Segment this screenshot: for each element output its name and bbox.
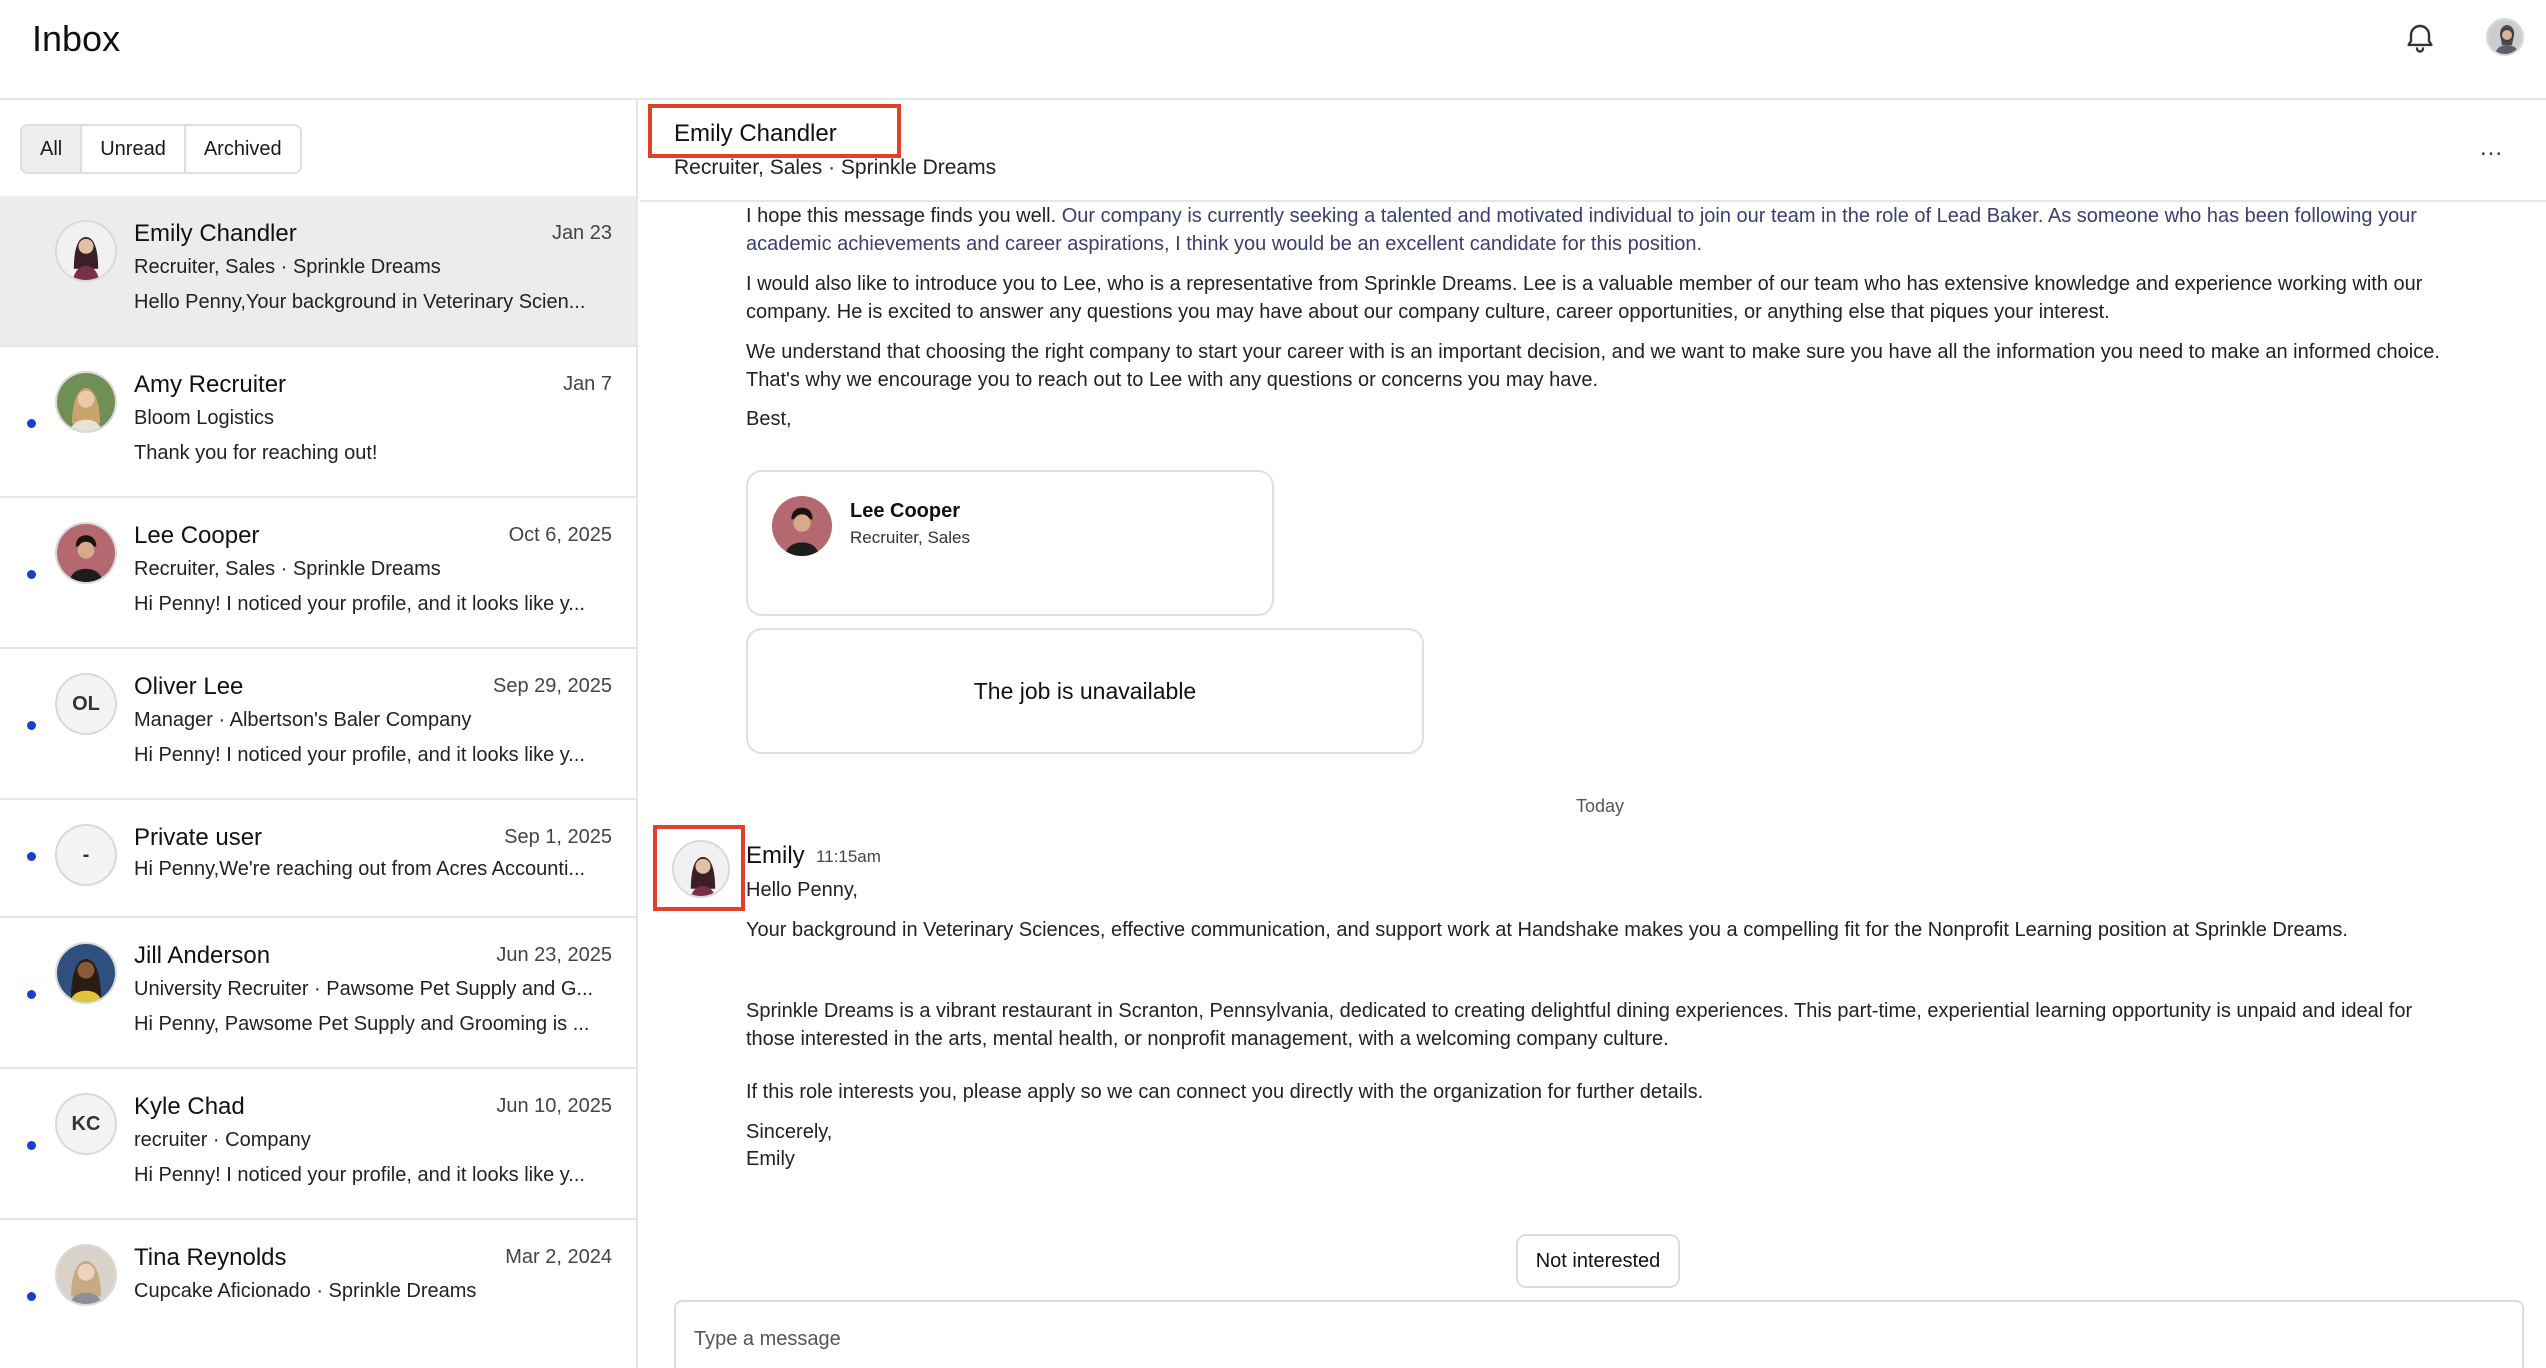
conversation-date: Jan 7 bbox=[563, 373, 612, 395]
profile-card[interactable]: Lee Cooper Recruiter, Sales bbox=[746, 470, 1274, 616]
unread-dot bbox=[27, 990, 36, 999]
filter-archived[interactable]: Archived bbox=[185, 126, 300, 172]
day-separator: Today bbox=[1575, 796, 1625, 816]
avatar-initials: KC bbox=[55, 1093, 117, 1155]
conversation-preview: Hello Penny,Your background in Veterinar… bbox=[134, 291, 586, 313]
conversation-item[interactable]: Tina Reynolds Mar 2, 2024 Cupcake Aficio… bbox=[0, 1220, 636, 1368]
sender-avatar-highlight[interactable] bbox=[653, 825, 745, 911]
conversation-preview: Hi Penny! I noticed your profile, and it… bbox=[134, 593, 585, 615]
conversation-item[interactable]: - Private user Sep 1, 2025 Hi Penny,We'r… bbox=[0, 800, 636, 918]
not-interested-button[interactable]: Not interested bbox=[1516, 1234, 1680, 1288]
conversation-subtitle: Bloom Logistics bbox=[134, 407, 275, 429]
conversation-item[interactable]: OL Oliver Lee Sep 29, 2025 Manager · Alb… bbox=[0, 649, 636, 800]
conversation-date: Jun 23, 2025 bbox=[496, 944, 612, 966]
top-bar: Inbox bbox=[0, 0, 2546, 100]
filter-unread[interactable]: Unread bbox=[82, 126, 186, 172]
conversation-date: Sep 29, 2025 bbox=[493, 675, 612, 697]
filter-tabs: All Unread Archived bbox=[20, 124, 302, 174]
message-paragraph: If this role interests you, please apply… bbox=[746, 1081, 1704, 1103]
conversation-preview: Hi Penny,We're reaching out from Acres A… bbox=[134, 858, 586, 880]
conversation-name: Tina Reynolds bbox=[134, 1244, 287, 1271]
unread-dot bbox=[27, 1141, 36, 1150]
message-text: I hope this message finds you well. bbox=[746, 205, 1062, 227]
thread-contact-name[interactable]: Emily Chandler bbox=[648, 104, 901, 158]
thread-header: Emily Chandler Recruiter, Sales · Sprink… bbox=[640, 100, 2546, 202]
avatar bbox=[55, 220, 117, 282]
message-signoff: Best, bbox=[746, 408, 792, 430]
messages-area: I hope this message finds you well. Our … bbox=[640, 202, 2546, 1362]
conversation-date: Oct 6, 2025 bbox=[508, 524, 612, 546]
avatar bbox=[55, 942, 117, 1004]
conversation-date: Sep 1, 2025 bbox=[504, 826, 612, 848]
conversation-sidebar: All Unread Archived Emily Chandler Jan 2… bbox=[0, 100, 638, 1368]
message-greeting: Hello Penny, bbox=[746, 879, 858, 901]
conversation-name: Oliver Lee bbox=[134, 673, 244, 700]
conversation-item[interactable]: Amy Recruiter Jan 7 Bloom Logistics Than… bbox=[0, 347, 636, 498]
page-title: Inbox bbox=[32, 18, 121, 59]
thread-contact-subtitle: Recruiter, Sales · Sprinkle Dreams bbox=[674, 156, 997, 179]
conversation-item[interactable]: Lee Cooper Oct 6, 2025 Recruiter, Sales … bbox=[0, 498, 636, 649]
message-signature: Emily bbox=[746, 1148, 795, 1170]
unread-dot bbox=[27, 1292, 36, 1301]
conversation-item[interactable]: Jill Anderson Jun 23, 2025 University Re… bbox=[0, 918, 636, 1069]
message-paragraph: We understand that choosing the right co… bbox=[746, 341, 2440, 391]
conversation-subtitle: Cupcake Aficionado · Sprinkle Dreams bbox=[134, 1280, 477, 1302]
conversation-date: Mar 2, 2024 bbox=[505, 1246, 612, 1268]
unread-dot bbox=[27, 570, 36, 579]
job-card[interactable]: The job is unavailable bbox=[746, 628, 1424, 754]
conversation-preview: Thank you for reaching out! bbox=[134, 442, 378, 464]
sender-name: Emily bbox=[746, 842, 805, 869]
conversation-name: Kyle Chad bbox=[134, 1093, 245, 1120]
unread-dot bbox=[27, 852, 36, 861]
conversation-name: Lee Cooper bbox=[134, 522, 260, 549]
unread-dot bbox=[27, 721, 36, 730]
avatar bbox=[55, 1244, 117, 1306]
avatar bbox=[772, 496, 832, 556]
message-composer bbox=[674, 1300, 2524, 1368]
conversation-item[interactable]: Emily Chandler Jan 23 Recruiter, Sales ·… bbox=[0, 196, 636, 347]
conversation-preview: Hi Penny! I noticed your profile, and it… bbox=[134, 744, 585, 766]
unread-dot bbox=[27, 419, 36, 428]
message-paragraph: I would also like to introduce you to Le… bbox=[746, 273, 2423, 323]
profile-card-title: Recruiter, Sales bbox=[850, 528, 970, 547]
conversation-name: Amy Recruiter bbox=[134, 371, 287, 398]
filter-all[interactable]: All bbox=[22, 126, 83, 172]
message-thread: Emily Chandler Recruiter, Sales · Sprink… bbox=[640, 100, 2546, 1368]
conversation-name: Jill Anderson bbox=[134, 942, 271, 969]
conversation-name: Emily Chandler bbox=[134, 220, 297, 247]
bell-icon[interactable] bbox=[2402, 20, 2438, 56]
conversation-list: Emily Chandler Jan 23 Recruiter, Sales ·… bbox=[0, 196, 636, 1368]
avatar bbox=[55, 522, 117, 584]
avatar-initials: OL bbox=[55, 673, 117, 735]
message-paragraph: I hope this message finds you well. Our … bbox=[746, 202, 2446, 258]
conversation-subtitle: recruiter · Company bbox=[134, 1129, 311, 1151]
avatar bbox=[55, 371, 117, 433]
avatar-initials: - bbox=[55, 824, 117, 886]
conversation-subtitle: Recruiter, Sales · Sprinkle Dreams bbox=[134, 256, 441, 278]
message-paragraph: Your background in Veterinary Sciences, … bbox=[746, 919, 2348, 941]
user-avatar[interactable] bbox=[2486, 18, 2524, 56]
conversation-preview: Hi Penny, Pawsome Pet Supply and Groomin… bbox=[134, 1013, 590, 1035]
conversation-subtitle: University Recruiter · Pawsome Pet Suppl… bbox=[134, 978, 594, 1000]
conversation-date: Jan 23 bbox=[551, 222, 612, 244]
message-closing: Sincerely, bbox=[746, 1121, 833, 1143]
message-input[interactable] bbox=[694, 1324, 2494, 1354]
profile-card-name: Lee Cooper bbox=[850, 500, 961, 522]
conversation-item[interactable]: KC Kyle Chad Jun 10, 2025 recruiter · Co… bbox=[0, 1069, 636, 1220]
conversation-name: Private user bbox=[134, 824, 263, 851]
conversation-date: Jun 10, 2025 bbox=[496, 1095, 612, 1117]
conversation-subtitle: Manager · Albertson's Baler Company bbox=[134, 709, 472, 731]
more-options-icon[interactable]: ... bbox=[2480, 134, 2503, 162]
message-paragraph: Sprinkle Dreams is a vibrant restaurant … bbox=[746, 1000, 2413, 1050]
avatar bbox=[672, 840, 730, 898]
conversation-subtitle: Recruiter, Sales · Sprinkle Dreams bbox=[134, 558, 441, 580]
conversation-preview: Hi Penny! I noticed your profile, and it… bbox=[134, 1164, 585, 1186]
message-time: 11:15am bbox=[816, 847, 881, 866]
